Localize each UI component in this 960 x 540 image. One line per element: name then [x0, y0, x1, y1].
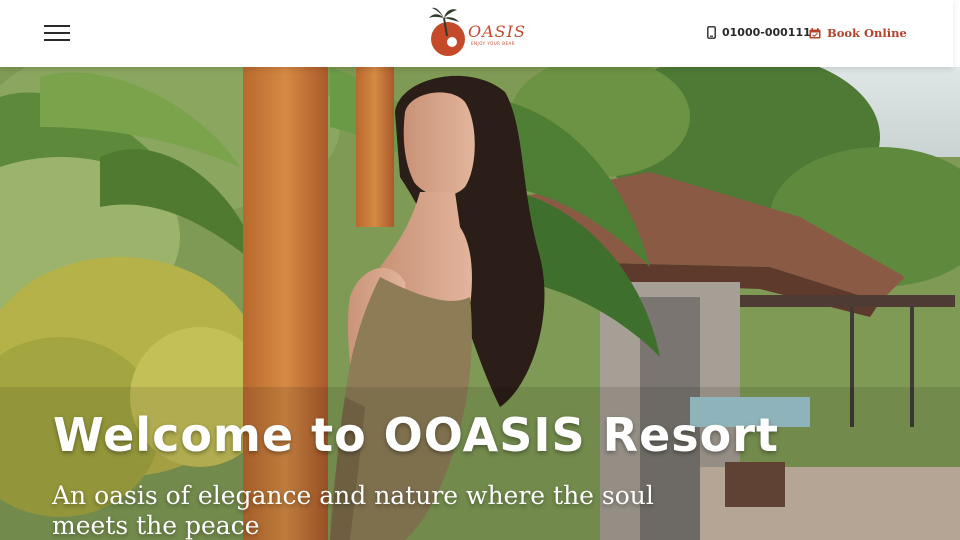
- hero-section: Welcome to OOASIS Resort An oasis of ele…: [0, 67, 960, 540]
- site-header: OASIS ENJOY YOUR BEAR 01000-000111 Book …: [0, 0, 953, 67]
- logo-tagline: ENJOY YOUR BEAR: [471, 41, 515, 46]
- book-online-button[interactable]: Book Online: [809, 26, 907, 40]
- site-logo[interactable]: OASIS ENJOY YOUR BEAR: [424, 6, 534, 58]
- hamburger-menu-icon[interactable]: [44, 22, 71, 44]
- calendar-icon: [809, 27, 821, 38]
- hero-title: Welcome to OOASIS Resort: [53, 408, 779, 462]
- book-online-label: Book Online: [827, 26, 907, 40]
- logo-wordmark: OASIS: [468, 22, 526, 41]
- hero-background-image: [0, 67, 960, 540]
- mobile-phone-icon: [707, 26, 716, 39]
- palm-sun-logo-icon: [429, 7, 465, 56]
- hero-subtitle: An oasis of elegance and nature where th…: [52, 481, 654, 540]
- phone-number: 01000-000111: [722, 26, 811, 39]
- phone-link[interactable]: 01000-000111: [707, 26, 811, 39]
